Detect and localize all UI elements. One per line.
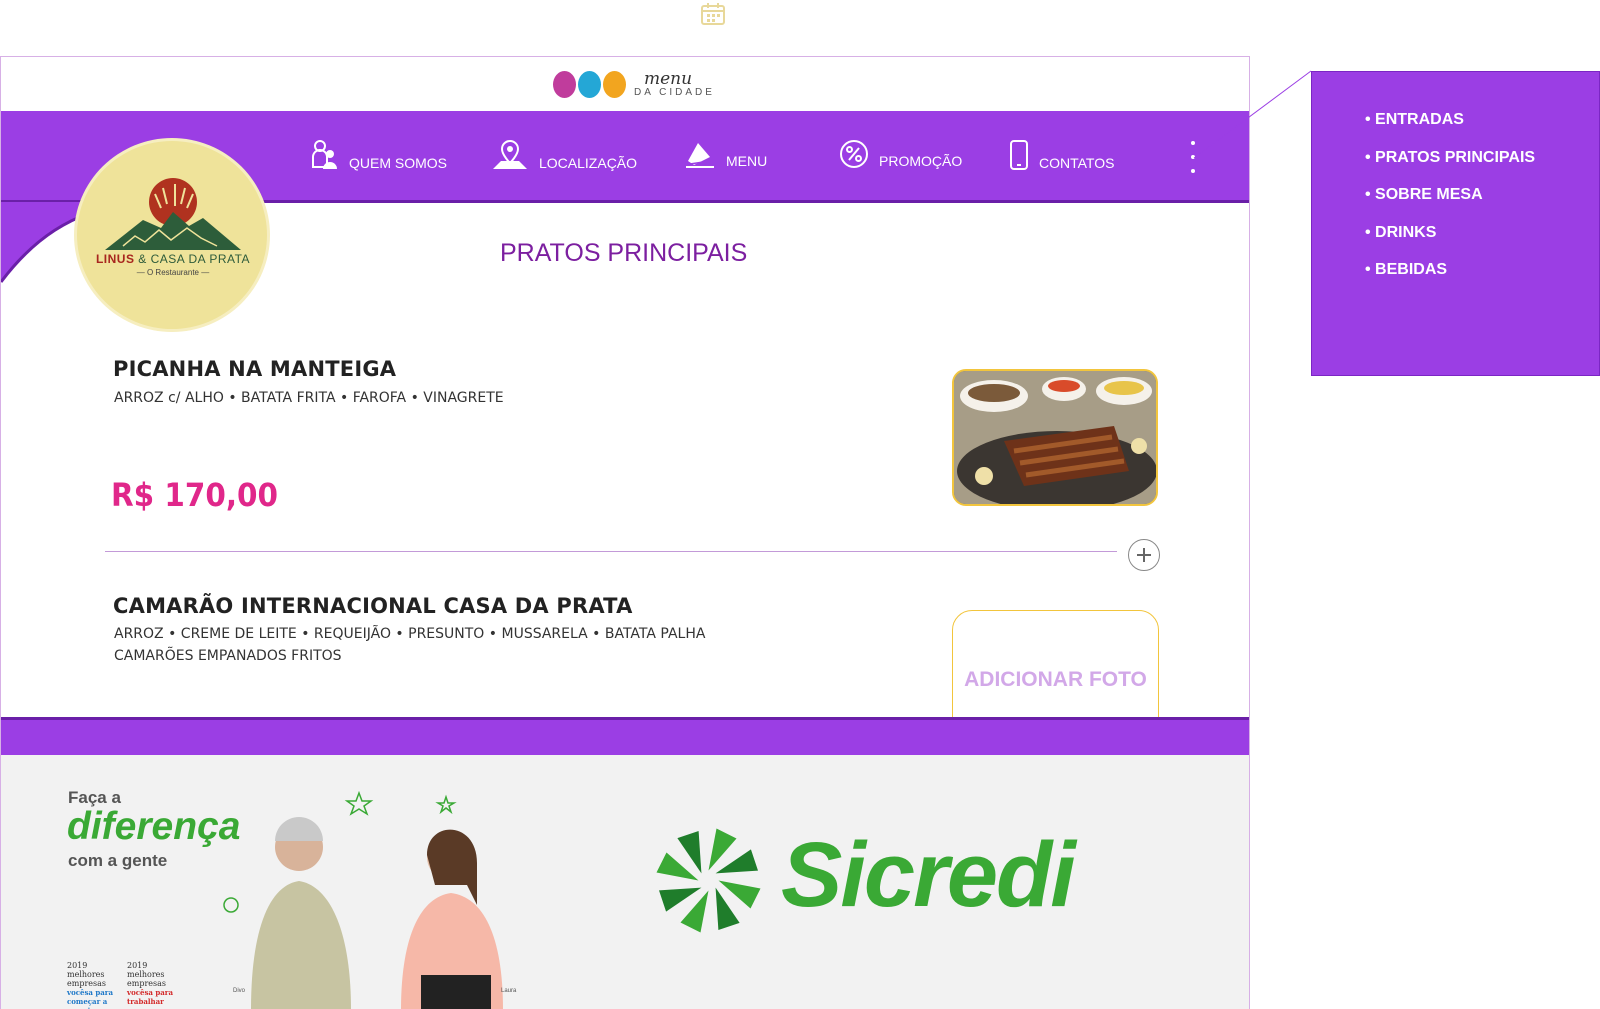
percent-icon [840, 140, 868, 168]
award-badge: 2019 melhores empresas vocêsa para trabal… [127, 961, 174, 1006]
menu-da-cidade-logo: menu DA CIDADE [553, 67, 715, 101]
ad-people-photo [223, 790, 503, 1009]
category-dropdown: • ENTRADAS • PRATOS PRINCIPAIS • SOBRE M… [1311, 71, 1600, 376]
calendar-icon[interactable] [700, 2, 726, 26]
restaurant-name: LINUS & CASA DA PRATA [95, 252, 251, 266]
nav-label: MENU [726, 153, 768, 169]
brand-line2: DA CIDADE [634, 86, 715, 98]
nav-item-menu[interactable]: MENU [684, 139, 767, 169]
award-badge: 2019 melhores empresas vocêsa para começa… [67, 961, 114, 1009]
restaurant-emblem-icon [105, 178, 241, 250]
nav-label: LOCALIZAÇÃO [539, 155, 638, 171]
plus-icon [1137, 548, 1151, 562]
dropdown-item-pratos-principais[interactable]: • PRATOS PRINCIPAIS [1365, 148, 1535, 168]
ad-caption: Divo [233, 988, 246, 994]
dish-name: CAMARÃO INTERNACIONAL CASA DA PRATA [113, 594, 633, 618]
location-pin-icon [493, 139, 527, 169]
add-item-button[interactable] [1128, 539, 1160, 571]
ad-caption: Laura [501, 988, 517, 994]
dish-description: ARROZ • CREME DE LEITE • REQUEIJÃO • PRE… [114, 626, 706, 664]
nav-item-quem-somos[interactable]: QUEM SOMOS [311, 139, 447, 171]
ad-awards: 2019 melhores empresas vocêsa para começa… [67, 961, 175, 1009]
add-photo-label: ADICIONAR FOTO [964, 668, 1147, 691]
brand-utensils-icon [553, 70, 626, 98]
dropdown-item-entradas[interactable]: • ENTRADAS [1365, 110, 1535, 130]
restaurant-logo: LINUS & CASA DA PRATA — O Restaurante — [73, 137, 273, 332]
menu-book-icon [686, 143, 714, 168]
vertical-dots-icon[interactable] [1186, 141, 1200, 173]
dropdown-item-bebidas[interactable]: • BEBIDAS [1365, 260, 1535, 280]
restaurant-subtitle: — O Restaurante — [136, 268, 210, 277]
nav-label: PROMOÇÃO [879, 153, 963, 169]
dropdown-item-drinks[interactable]: • DRINKS [1365, 223, 1535, 243]
section-title: PRATOS PRINCIPAIS [500, 239, 748, 267]
brand-line1: menu [644, 68, 693, 89]
people-icon [312, 140, 337, 169]
dish-divider [105, 551, 1117, 552]
menu-preview-frame: menu DA CIDADE QUEM SOMOS LOCALIZAÇÃO ME… [0, 56, 1250, 1009]
nav-item-promocao[interactable]: PROMOÇÃO [839, 139, 962, 169]
sicredi-logo-icon [656, 828, 761, 933]
brand-header: menu DA CIDADE [1, 57, 1249, 111]
nav-item-localizacao[interactable]: LOCALIZAÇÃO [491, 139, 637, 171]
sicredi-wordmark: Sicredi [781, 824, 1076, 926]
footer-strip [1, 717, 1249, 755]
nav-item-contatos[interactable]: CONTATOS [1009, 139, 1114, 171]
dish-name: PICANHA NA MANTEIGA [113, 357, 397, 381]
dropdown-item-sobre-mesa[interactable]: • SOBRE MESA [1365, 185, 1535, 205]
dish-photo[interactable] [952, 369, 1158, 506]
phone-icon [1010, 140, 1028, 170]
sicredi-ad-banner[interactable]: Faça a diferença com a gente Sicredi 201… [1, 755, 1249, 1009]
dish-description: ARROZ c/ ALHO • BATATA FRITA • FAROFA • … [114, 390, 504, 406]
ad-headline: diferença [67, 805, 241, 848]
nav-label: QUEM SOMOS [349, 155, 448, 171]
ad-line3: com a gente [68, 851, 168, 870]
dish-price: R$ 170,00 [111, 476, 279, 514]
nav-label: CONTATOS [1039, 155, 1115, 171]
